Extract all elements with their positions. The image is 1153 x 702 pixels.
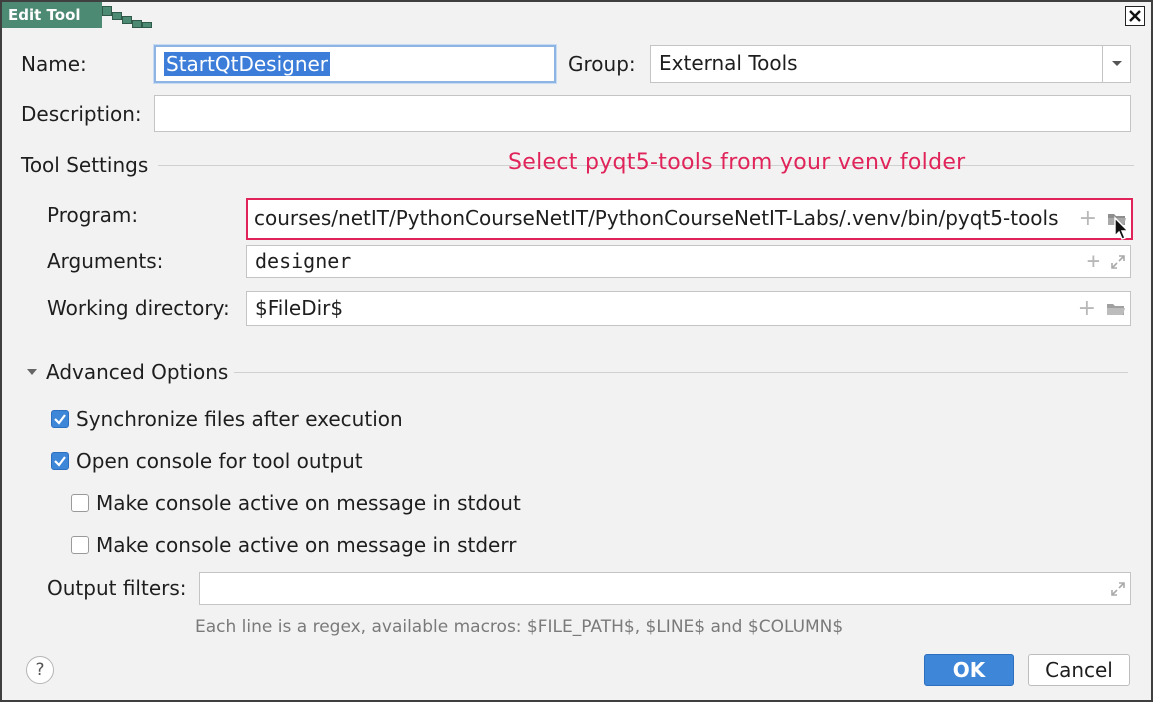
working-directory-field-icons: + [1071,292,1126,325]
ok-button[interactable]: OK [924,654,1014,686]
name-label: Name: [21,52,87,76]
name-value: StartQtDesigner [164,52,331,76]
window-title: Edit Tool [2,2,102,28]
group-label: Group: [568,52,636,76]
open-console-checkbox[interactable] [51,452,69,470]
open-console-label[interactable]: Open console for tool output [76,447,363,475]
help-button[interactable]: ? [26,656,54,684]
expand-icon[interactable] [1110,254,1126,270]
arguments-input[interactable]: designer + [246,245,1131,278]
description-input[interactable] [154,95,1131,132]
checkmark-icon [54,414,66,425]
folder-icon[interactable] [1106,301,1126,317]
program-value: courses/netIT/PythonCourseNetIT/PythonCo… [254,206,1059,230]
group-dropdown-button[interactable] [1102,46,1130,82]
insert-macro-icon[interactable]: + [1087,250,1100,272]
console-active-stderr-checkbox[interactable] [71,536,89,554]
chevron-down-icon [1111,61,1122,66]
working-directory-input[interactable]: $FileDir$ + [246,291,1131,326]
close-button[interactable] [1125,6,1145,26]
console-active-stdout-label[interactable]: Make console active on message in stdout [96,489,521,517]
collapse-triangle-icon[interactable] [26,368,38,376]
insert-macro-icon[interactable]: + [1079,208,1097,230]
title-bar[interactable]: Edit Tool [2,2,1151,28]
group-select[interactable]: External Tools [650,45,1131,83]
close-icon [1129,10,1141,22]
cancel-button[interactable]: Cancel [1028,654,1130,686]
working-directory-value: $FileDir$ [255,296,344,320]
arguments-label: Arguments: [47,249,164,273]
annotation-text: Select pyqt5-tools from your venv folder [508,150,966,175]
tool-settings-title: Tool Settings [21,153,149,177]
insert-macro-icon[interactable]: + [1078,297,1096,319]
advanced-options-separator [234,372,1128,373]
sync-files-checkbox[interactable] [51,410,69,428]
output-filters-input[interactable] [199,572,1131,605]
program-label: Program: [47,203,139,227]
advanced-options-title[interactable]: Advanced Options [46,358,228,386]
description-label: Description: [21,102,142,126]
console-active-stderr-label[interactable]: Make console active on message in stderr [96,531,516,559]
output-filters-label: Output filters: [47,576,187,600]
output-filters-field-icons [1104,573,1126,604]
program-input[interactable]: courses/netIT/PythonCourseNetIT/PythonCo… [246,198,1133,240]
arguments-value: designer [255,249,352,273]
group-value: External Tools [659,51,798,75]
arguments-field-icons: + [1080,246,1126,277]
sync-files-label[interactable]: Synchronize files after execution [76,405,403,433]
working-directory-label: Working directory: [47,296,230,320]
name-input[interactable]: StartQtDesigner [154,45,556,83]
title-decoration [102,2,154,28]
console-active-stdout-checkbox[interactable] [71,494,89,512]
output-filters-hint: Each line is a regex, available macros: … [195,617,844,637]
edit-tool-dialog: Edit Tool Name: StartQtDesigner Group: E… [0,0,1153,702]
checkmark-icon [54,456,66,467]
mouse-cursor-icon [1114,216,1130,240]
expand-icon[interactable] [1110,581,1126,597]
